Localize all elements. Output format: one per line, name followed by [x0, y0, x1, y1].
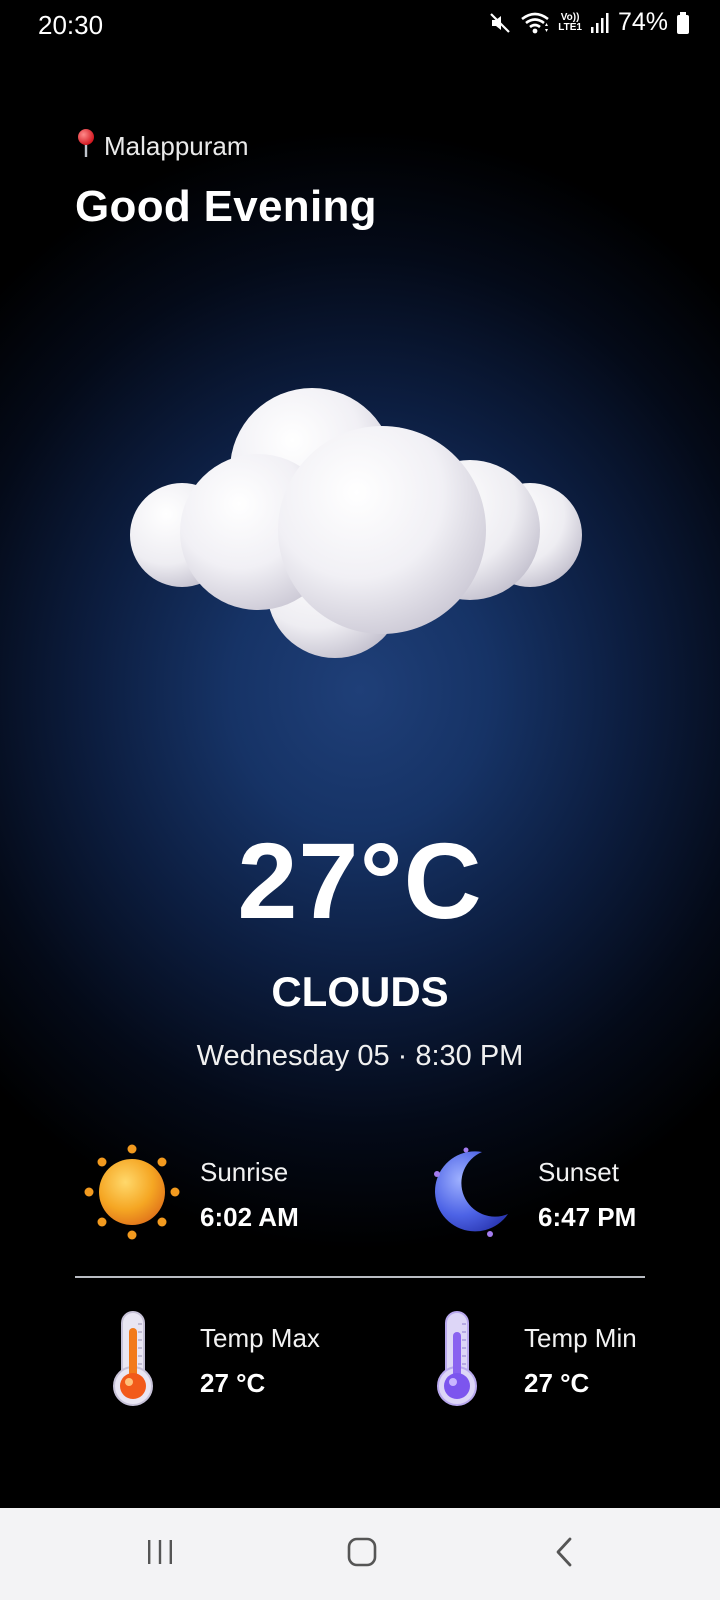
temp-min-tile: Temp Min 27 °C	[432, 1308, 637, 1413]
home-button[interactable]	[322, 1528, 402, 1580]
status-time: 20:30	[38, 10, 104, 40]
sunrise-value: 6:02 AM	[200, 1201, 299, 1232]
location[interactable]: Malappuram	[76, 128, 249, 165]
temp-max-value: 27 °C	[200, 1367, 266, 1398]
wifi-icon	[520, 11, 550, 35]
sunset-tile: Sunset 6:47 PM	[432, 1144, 636, 1245]
pin-icon	[76, 128, 96, 165]
battery-percent: 74%	[617, 8, 668, 36]
temp-min-label: Temp Min	[524, 1322, 637, 1353]
mute-icon	[488, 11, 512, 35]
sun-icon	[84, 1144, 180, 1245]
status-bar: 20:30 Vo)) LTE1 74%	[0, 0, 720, 46]
moon-icon	[432, 1144, 514, 1245]
temp-max-tile: Temp Max 27 °C	[108, 1308, 320, 1413]
recents-button[interactable]	[120, 1528, 200, 1580]
back-icon	[552, 1536, 576, 1573]
navigation-bar	[0, 1508, 720, 1600]
temp-max-label: Temp Max	[200, 1322, 320, 1353]
thermometer-cold-icon	[432, 1308, 482, 1413]
cloud-icon	[120, 370, 600, 670]
temp-min-value: 27 °C	[524, 1367, 590, 1398]
status-icons: Vo)) LTE1 74%	[488, 8, 690, 37]
weather-condition: CLOUDS	[271, 968, 449, 1015]
current-temperature: 27°C	[237, 820, 483, 941]
date-time: Wednesday 05 · 8:30 PM	[196, 1040, 524, 1072]
recents-icon	[145, 1537, 175, 1572]
volte-icon: Vo)) LTE1	[558, 12, 582, 33]
weather-screen: 20:30 Vo)) LTE1 74% Malappuram Good Even…	[0, 0, 720, 1508]
sunrise-label: Sunrise	[200, 1156, 289, 1187]
signal-icon	[590, 12, 610, 34]
battery-icon	[676, 11, 690, 35]
location-name: Malappuram	[104, 131, 249, 161]
back-button[interactable]	[524, 1528, 604, 1580]
sunset-value: 6:47 PM	[538, 1201, 637, 1232]
greeting: Good Evening	[75, 182, 377, 231]
thermometer-hot-icon	[108, 1308, 158, 1413]
sunset-label: Sunset	[538, 1156, 619, 1187]
lte-label: LTE1	[558, 21, 582, 33]
home-icon	[346, 1536, 378, 1573]
sunrise-tile: Sunrise 6:02 AM	[84, 1144, 299, 1245]
divider	[75, 1276, 645, 1278]
